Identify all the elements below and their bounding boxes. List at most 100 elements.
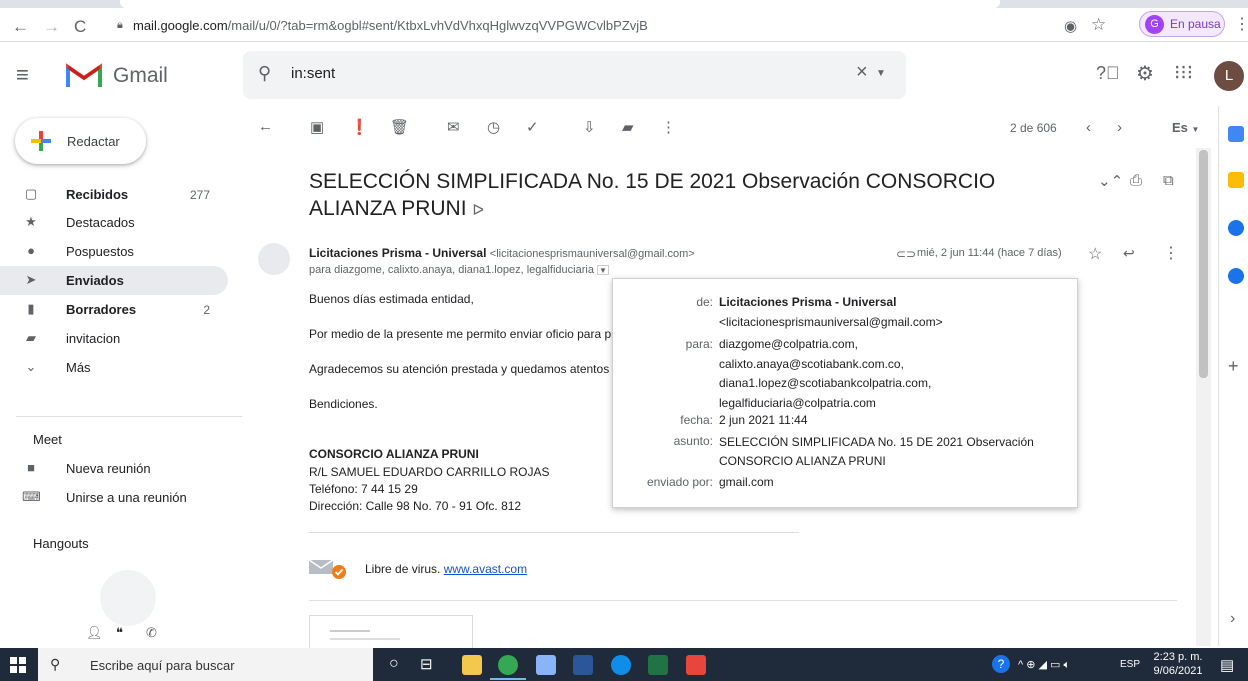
hangouts-icon[interactable]: ❝ <box>116 625 123 641</box>
bookmark-star-icon[interactable]: ☆ <box>1091 15 1106 35</box>
star-icon[interactable]: ☆ <box>1088 244 1102 264</box>
keep-icon[interactable] <box>1228 172 1244 188</box>
task-view-icon[interactable]: ⊟ <box>420 655 433 673</box>
main-menu-icon[interactable]: ≡ <box>16 62 29 88</box>
profile-avatar: G <box>1145 15 1164 34</box>
sidebar-item-snoozed[interactable]: ● Pospuestos <box>0 237 228 266</box>
gear-icon[interactable]: ⚙ <box>1136 61 1154 86</box>
sent-by-value: gmail.com <box>719 475 774 489</box>
back-arrow-icon[interactable]: ← <box>258 118 273 135</box>
help-icon[interactable]: ?⃝ <box>1096 63 1120 84</box>
chrome-icon[interactable] <box>498 655 518 675</box>
scrollbar-thumb[interactable] <box>1199 150 1208 378</box>
compose-button[interactable]: Redactar <box>15 118 146 164</box>
back-icon[interactable]: ← <box>12 17 29 37</box>
add-task-icon[interactable]: ✓ <box>526 118 539 136</box>
clock[interactable]: 2:23 p. m. 9/06/2021 <box>1150 650 1206 678</box>
system-tray-icons[interactable]: ^ ⊕ ◢ ▭ 🔈︎ <box>1018 658 1070 672</box>
mark-unread-icon[interactable]: ✉ <box>447 118 460 136</box>
previous-icon[interactable]: ‹ <box>1086 119 1091 136</box>
excel-icon[interactable] <box>648 655 668 675</box>
meet-new-meeting[interactable]: ■ Nueva reunión <box>0 454 228 483</box>
tasks-icon[interactable] <box>1228 220 1244 236</box>
calendar-icon[interactable] <box>1228 126 1244 142</box>
search-input[interactable] <box>291 65 811 82</box>
sidebar-item-sent[interactable]: ➤ Enviados <box>0 266 228 295</box>
label-icon[interactable]: ▰ <box>622 118 634 136</box>
paint-icon[interactable] <box>536 655 556 675</box>
close-icon[interactable]: × <box>856 61 868 84</box>
pagination-text: 2 de 606 <box>1010 121 1057 135</box>
cortana-icon[interactable]: ○ <box>389 655 399 673</box>
teamviewer-icon[interactable] <box>611 655 631 675</box>
sidebar-item-starred[interactable]: ★ Destacados <box>0 208 228 237</box>
new-window-icon[interactable]: ⧉ <box>1163 172 1174 189</box>
move-to-icon[interactable]: ⇩ <box>583 118 596 136</box>
apps-grid-icon[interactable]: ⁝⁝⁝ <box>1174 60 1193 85</box>
person-icon[interactable]: 👤︎ <box>86 625 103 641</box>
archive-icon[interactable]: ▣ <box>310 118 324 136</box>
gmail-wordmark: Gmail <box>113 64 168 87</box>
sidebar-item-invitacion[interactable]: ▰ invitacion <box>0 324 228 353</box>
input-language-button[interactable]: Es ▼ <box>1172 120 1199 135</box>
sidebar-item-inbox[interactable]: ▢ Recibidos 277 <box>0 180 228 209</box>
hangouts-section-title: Hangouts <box>33 536 89 551</box>
body-greeting: Buenos días estimada entidad, <box>309 292 474 306</box>
attachment-icon: ⊂⊃ <box>896 247 917 261</box>
attachment-thumbnail[interactable] <box>309 615 473 649</box>
sent-by-label: enviado por: <box>646 475 713 489</box>
sidebar-item-more[interactable]: ⌄ Más <box>0 353 228 382</box>
sidebar-item-drafts[interactable]: ▮ Borradores 2 <box>0 295 228 324</box>
print-icon[interactable]: ⎙ <box>1130 172 1142 189</box>
lock-icon[interactable]: 🔒︎ <box>117 19 123 32</box>
search-icon[interactable]: ⚲ <box>258 63 271 84</box>
sidebar-item-label: Pospuestos <box>66 244 134 259</box>
caret-down-icon[interactable]: ▼ <box>876 68 886 79</box>
notification-icon[interactable]: ▤ <box>1220 656 1234 674</box>
report-spam-icon[interactable]: ❗ <box>350 118 369 136</box>
meet-join-meeting[interactable]: ⌨ Unirse a una reunión <box>0 483 228 512</box>
url-path: /mail/u/0/?tab=rm&ogbl#sent/KtbxLvhVdVhx… <box>227 18 648 33</box>
word-icon[interactable] <box>573 655 593 675</box>
reload-icon[interactable]: C <box>74 17 86 37</box>
trash-icon[interactable]: 🗑︎ <box>390 118 409 136</box>
contacts-icon[interactable] <box>1228 268 1244 284</box>
expand-panel-icon[interactable]: › <box>1230 610 1235 628</box>
keyboard-icon: ⌨ <box>22 489 41 504</box>
account-avatar[interactable]: L <box>1214 61 1244 91</box>
next-icon[interactable]: › <box>1117 119 1122 136</box>
thumbnail-line <box>330 638 400 640</box>
add-addon-icon[interactable]: + <box>1228 356 1239 377</box>
taskbar-search-box[interactable]: ⚲ Escribe aquí para buscar <box>38 648 373 681</box>
video-icon: ■ <box>27 460 35 475</box>
active-tab[interactable] <box>120 0 1000 8</box>
phone-icon[interactable]: ✆ <box>146 625 157 641</box>
browser-menu-icon[interactable]: ⋮ <box>1234 14 1248 34</box>
show-details-toggle[interactable]: ▼ <box>596 265 609 275</box>
file-explorer-icon[interactable] <box>462 655 482 675</box>
from-label: de: <box>696 295 713 309</box>
more-vert-icon[interactable]: ⋮ <box>661 118 676 136</box>
profile-button[interactable]: G En pausa <box>1139 11 1225 37</box>
collapse-all-icon[interactable]: ⌄⌃ <box>1098 172 1123 190</box>
eye-icon[interactable]: ◉ <box>1064 17 1077 35</box>
windows-start-icon[interactable] <box>10 657 26 673</box>
taskbar-search-placeholder: Escribe aquí para buscar <box>90 658 235 673</box>
snooze-icon[interactable]: ◷ <box>487 118 500 136</box>
sidebar-divider <box>16 416 242 417</box>
help-tray-icon[interactable]: ? <box>992 655 1010 673</box>
inbox-icon: ▢ <box>24 186 38 201</box>
draft-icon: ▮ <box>27 301 35 316</box>
avast-link[interactable]: www.avast.com <box>444 562 527 576</box>
input-language[interactable]: ESP <box>1120 659 1140 670</box>
address-bar[interactable]: mail.google.com/mail/u/0/?tab=rm&ogbl#se… <box>133 18 648 33</box>
forward-icon[interactable]: → <box>43 17 60 37</box>
importance-marker-icon[interactable]: ᐅ <box>472 202 484 219</box>
reply-icon[interactable]: ↩ <box>1123 245 1135 262</box>
gmail-logo[interactable] <box>66 61 102 89</box>
clock-time: 2:23 p. m. <box>1153 651 1203 663</box>
hangouts-tabs: 👤︎ ❝ ✆ <box>80 623 180 645</box>
thumbnail-line <box>330 630 370 632</box>
acrobat-icon[interactable] <box>686 655 706 675</box>
more-vert-icon[interactable]: ⋮ <box>1163 243 1179 263</box>
